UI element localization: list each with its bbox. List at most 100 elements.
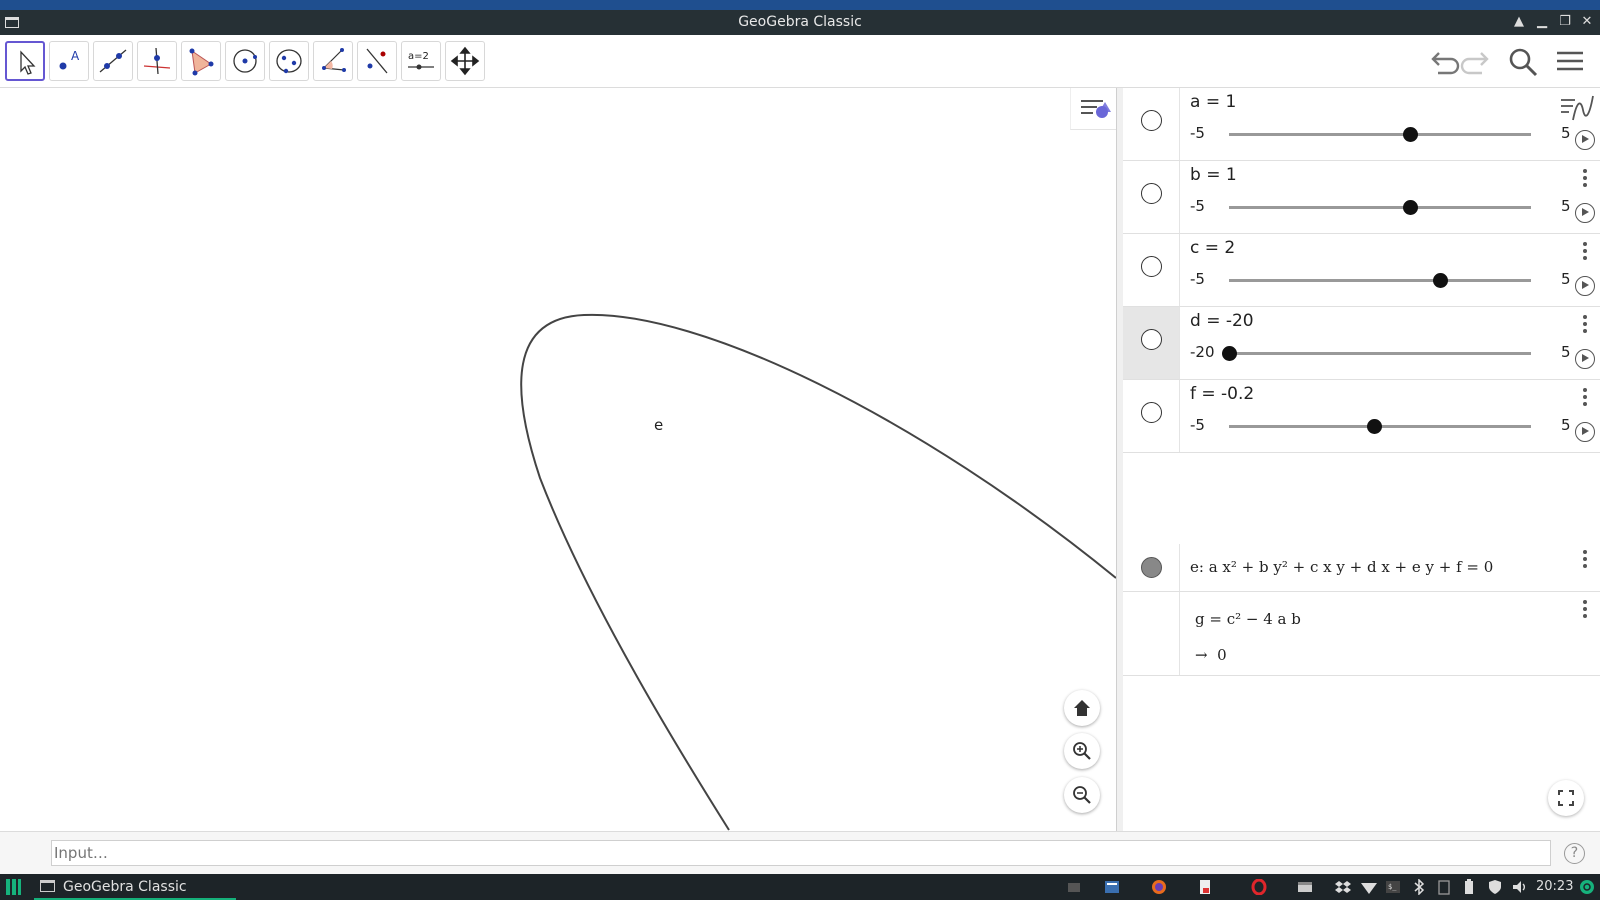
row-menu-icon[interactable] [1583,550,1589,571]
maximize-window-icon[interactable]: ❐ [1556,13,1574,31]
zoom-in-button[interactable] [1064,733,1100,769]
redo-button[interactable] [1460,45,1496,81]
slider-definition[interactable]: c = 2 [1190,238,1235,258]
opera-icon[interactable] [1251,878,1267,896]
fullscreen-button[interactable] [1548,780,1584,816]
angle-tool-button[interactable] [313,41,353,81]
slider-definition[interactable]: b = 1 [1190,165,1237,185]
shield-icon[interactable] [1487,879,1503,895]
polygon-tool-button[interactable] [181,41,221,81]
bluetooth-icon[interactable] [1411,878,1427,896]
firefox-icon[interactable] [1151,879,1167,895]
standard-view-button[interactable] [1064,690,1100,726]
conic-curve-e[interactable] [0,88,1117,831]
visibility-toggle-b[interactable] [1141,183,1162,204]
zoom-out-button[interactable] [1064,777,1100,813]
algebra-style-bar-toggle[interactable] [1555,90,1597,126]
wifi-icon[interactable] [1361,879,1377,895]
slider-thumb[interactable] [1403,127,1419,142]
play-animation-icon[interactable] [1575,422,1595,442]
slider-track[interactable] [1229,133,1531,136]
terminal-icon[interactable]: $_ [1385,879,1401,895]
move-tool-button[interactable] [5,41,45,81]
slider-definition[interactable]: f = -0.2 [1190,384,1254,404]
polygon-icon [189,48,214,76]
toolbar: A a=2 [0,35,1600,88]
slider-thumb[interactable] [1366,419,1382,434]
point-icon: A [59,49,80,70]
window-icon [40,880,55,892]
play-animation-icon[interactable] [1575,203,1595,223]
visibility-toggle-e[interactable] [1141,557,1162,578]
conic-equation[interactable]: e: a x² + b y² + c x y + d x + e y + f =… [1190,558,1493,576]
input-bar: ? [0,831,1600,874]
main-menu-button[interactable] [1553,45,1589,81]
visibility-toggle-f[interactable] [1141,402,1162,423]
graphics-view[interactable]: e [0,88,1117,831]
curve-label: e [654,416,664,434]
slider-min-label: -20 [1190,343,1215,361]
slider-thumb[interactable] [1403,200,1419,215]
algebra-row-conic[interactable]: e: a x² + b y² + c x y + d x + e y + f =… [1123,544,1600,592]
play-animation-icon[interactable] [1575,130,1595,150]
minimize-window-icon[interactable]: ▁ [1533,13,1551,31]
slider-tool-button[interactable]: a=2 [401,41,441,81]
ellipse-tool-button[interactable] [269,41,309,81]
clipboard-icon[interactable] [1436,879,1452,895]
shade-window-icon[interactable]: ▲ [1510,13,1528,31]
discriminant-definition[interactable]: g = c² − 4 a b [1195,610,1301,628]
volume-icon[interactable] [1512,879,1528,895]
search-button[interactable] [1506,45,1542,81]
slider-row-a[interactable]: a = 1 -5 5 [1123,88,1600,161]
play-animation-icon[interactable] [1575,276,1595,296]
battery-icon[interactable] [1461,879,1477,895]
line-tool-button[interactable] [93,41,133,81]
graph-style-icon [1561,95,1594,121]
play-animation-icon[interactable] [1575,349,1595,369]
undo-button[interactable] [1424,45,1460,81]
visibility-toggle-d[interactable] [1141,329,1162,350]
desktop-switch-icon[interactable] [1066,879,1082,895]
slider-row-d[interactable]: d = -20 -20 5 [1123,307,1600,380]
reflect-tool-button[interactable] [357,41,397,81]
slider-definition[interactable]: a = 1 [1190,92,1236,112]
slider-max-label: 5 [1561,197,1571,215]
taskbar-task-geogebra[interactable]: GeoGebra Classic [34,874,236,900]
view-splitter[interactable] [1116,88,1123,831]
slider-row-f[interactable]: f = -0.2 -5 5 [1123,380,1600,453]
move-graphics-view-tool-button[interactable] [445,41,485,81]
geogebra-window-icon[interactable] [1297,879,1313,895]
perpendicular-line-tool-button[interactable] [137,41,177,81]
visibility-toggle-a[interactable] [1141,110,1162,131]
slider-track[interactable] [1229,206,1531,209]
slider-row-c[interactable]: c = 2 -5 5 [1123,234,1600,307]
perpendicular-line-icon [143,47,171,75]
slider-track[interactable] [1229,279,1531,282]
row-menu-icon[interactable] [1583,242,1589,263]
dropbox-icon[interactable] [1335,879,1351,895]
slider-row-b[interactable]: b = 1 -5 5 [1123,161,1600,234]
zoom-in-icon [1073,742,1091,760]
slider-definition[interactable]: d = -20 [1190,311,1254,331]
slider-thumb[interactable] [1222,346,1237,361]
slider-track[interactable] [1229,352,1531,355]
slider-thumb[interactable] [1433,273,1449,288]
visibility-toggle-c[interactable] [1141,256,1162,277]
row-menu-icon[interactable] [1583,315,1589,336]
start-menu-icon[interactable] [6,879,21,895]
row-menu-icon[interactable] [1583,169,1589,190]
document-viewer-icon[interactable] [1197,879,1213,895]
file-manager-icon[interactable] [1104,879,1120,895]
input-help-button[interactable]: ? [1564,843,1585,864]
close-window-icon[interactable]: ✕ [1578,13,1596,31]
row-menu-icon[interactable] [1583,600,1589,621]
circle-tool-button[interactable] [225,41,265,81]
clock[interactable]: 20:23 [1536,879,1573,894]
command-input[interactable] [51,840,1551,866]
algebra-row-discriminant[interactable]: g = c² − 4 a b → 0 [1123,592,1600,676]
point-tool-button[interactable]: A [49,41,89,81]
power-icon[interactable] [1579,879,1595,895]
row-menu-icon[interactable] [1583,388,1589,409]
algebra-view: a = 1 -5 5 b = 1 -5 5 c = 2 -5 5 d = -20 -20 5 f = -… [1123,88,1600,831]
graphics-style-bar-toggle[interactable] [1070,88,1116,130]
